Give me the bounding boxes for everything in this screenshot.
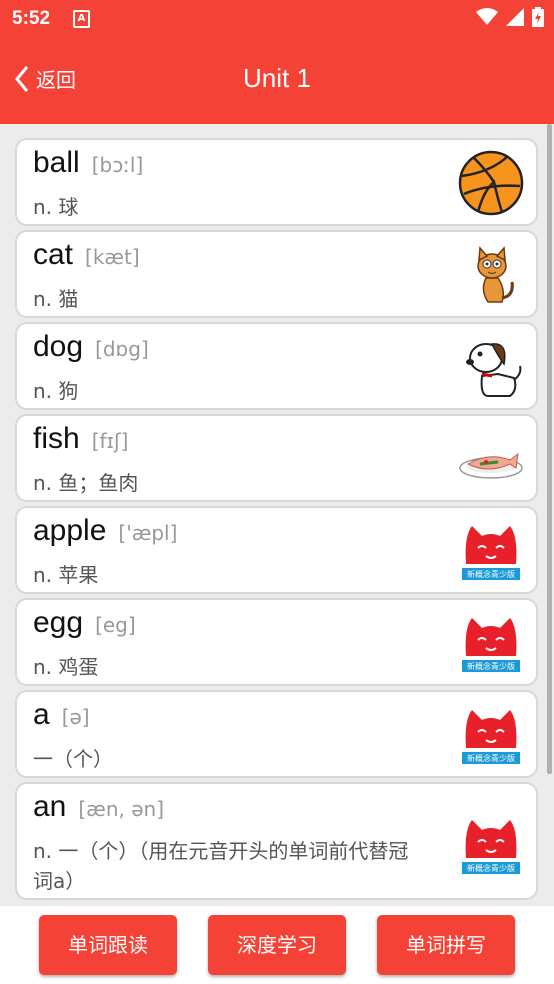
word-label: an	[33, 790, 67, 823]
logo-cat-icon: 新概念青少版	[462, 618, 520, 672]
word-label: a	[33, 698, 50, 731]
word-meaning: 一（个）	[33, 747, 113, 771]
word-card[interactable]: an [æn, ən] n. 一（个）（用在元音开头的单词前代替冠词a） 新概念青…	[15, 782, 538, 900]
signal-icon	[506, 8, 524, 26]
fish-dish-icon	[459, 452, 523, 479]
dog-icon	[466, 343, 522, 397]
logo-cat-icon: 新概念青少版	[462, 820, 520, 874]
word-meaning: n. 苹果	[33, 563, 99, 587]
word-phonetic: [eg]	[95, 613, 136, 637]
word-text: dog [dɒg]	[33, 330, 149, 364]
word-meaning: n. 猫	[33, 287, 79, 311]
word-card[interactable]: dog [dɒg] n. 狗	[15, 322, 538, 410]
logo-cat-icon: 新概念青少版	[462, 710, 520, 764]
word-card[interactable]: ball [bɔːl] n. 球	[15, 138, 538, 226]
word-label: cat	[33, 238, 74, 271]
word-text: cat [kæt]	[33, 238, 140, 272]
word-phonetic: [fɪʃ]	[91, 429, 129, 453]
word-text: ball [bɔːl]	[33, 146, 143, 180]
volleyball-icon	[458, 150, 524, 216]
word-text: egg [eg]	[33, 606, 136, 640]
word-card[interactable]: fish [fɪʃ] n. 鱼；鱼肉	[15, 414, 538, 502]
status-bar: 5:52 A	[0, 0, 554, 38]
word-text: an [æn, ən]	[33, 790, 164, 824]
follow-read-button[interactable]: 单词跟读	[39, 915, 177, 975]
word-label: apple	[33, 514, 107, 547]
word-card[interactable]: a [ə] 一（个） 新概念青少版	[15, 690, 538, 778]
word-phonetic: ['æpl]	[118, 521, 178, 545]
word-meaning: n. 鸡蛋	[33, 655, 99, 679]
battery-icon	[532, 7, 544, 27]
logo-cat-icon: 新概念青少版	[462, 526, 520, 580]
cat-icon	[477, 246, 514, 303]
word-phonetic: [æn, ən]	[78, 797, 164, 821]
scrollbar[interactable]	[547, 124, 552, 774]
logo-text: 新概念青少版	[467, 661, 515, 671]
logo-text: 新概念青少版	[467, 569, 515, 579]
word-phonetic: [kæt]	[85, 245, 140, 269]
status-time: 5:52	[12, 8, 51, 29]
word-text: apple ['æpl]	[33, 514, 177, 548]
word-phonetic: [bɔːl]	[91, 153, 144, 177]
word-meaning: n. 鱼；鱼肉	[33, 471, 139, 495]
word-label: dog	[33, 330, 84, 363]
word-meaning: n. 球	[33, 195, 79, 219]
word-text: fish [fɪʃ]	[33, 422, 128, 456]
word-label: fish	[33, 422, 80, 455]
spelling-button[interactable]: 单词拼写	[377, 915, 515, 975]
logo-text: 新概念青少版	[467, 863, 515, 873]
word-card[interactable]: cat [kæt] n. 猫	[15, 230, 538, 318]
logo-text: 新概念青少版	[467, 753, 515, 763]
page-title: Unit 1	[243, 63, 311, 93]
wifi-icon	[476, 8, 498, 25]
word-card[interactable]: egg [eg] n. 鸡蛋 新概念青少版	[15, 598, 538, 686]
bottom-bar: 单词跟读 深度学习 单词拼写	[0, 906, 554, 984]
notification-icon: A	[73, 10, 90, 28]
word-list: ball [bɔːl] n. 球 cat [kæt] n. 猫 dog [dɒg] n…	[15, 138, 538, 904]
deep-learn-button[interactable]: 深度学习	[208, 915, 346, 975]
word-label: ball	[33, 146, 80, 179]
word-card[interactable]: apple ['æpl] n. 苹果 新概念青少版	[15, 506, 538, 594]
word-text: a [ə]	[33, 698, 90, 732]
word-phonetic: [dɒg]	[95, 337, 149, 361]
word-label: egg	[33, 606, 84, 639]
word-phonetic: [ə]	[61, 705, 90, 729]
word-meaning: n. 一（个）（用在元音开头的单词前代替冠词a）	[33, 839, 409, 893]
status-icons	[476, 7, 544, 27]
app-bar: 返回 Unit 1	[0, 38, 554, 124]
word-meaning: n. 狗	[33, 379, 79, 403]
